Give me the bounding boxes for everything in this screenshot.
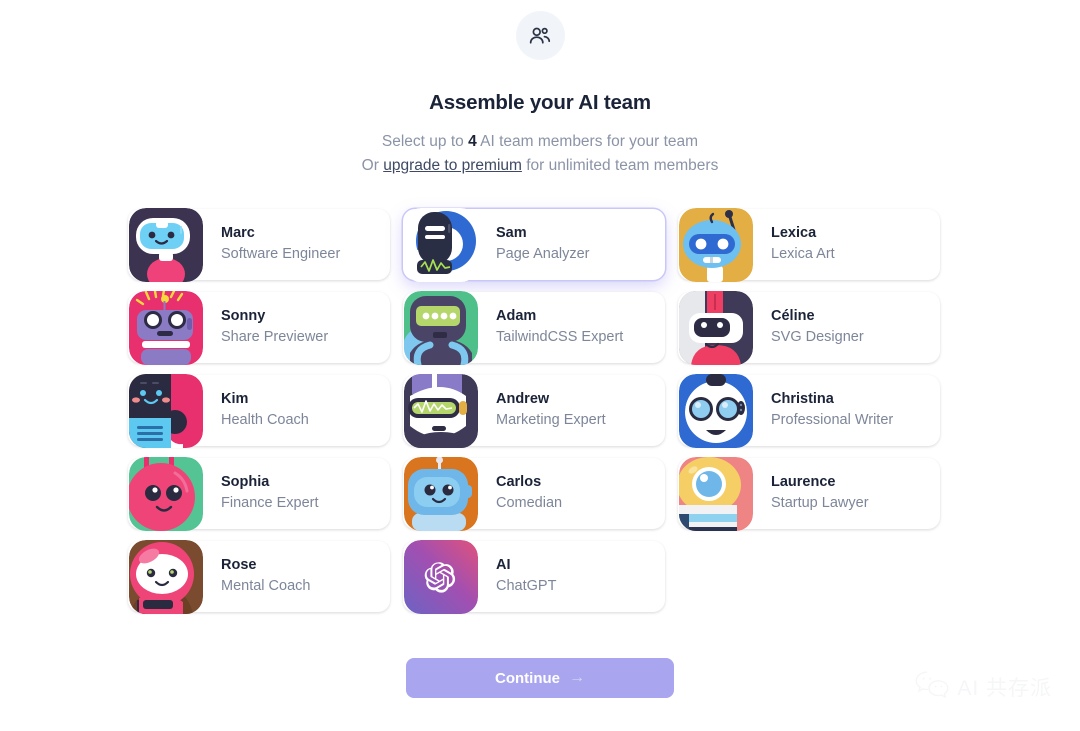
team-member-grid: Marc Software Engineer Sam Page Analyzer L… (128, 207, 952, 614)
team-member-card[interactable]: Céline SVG Designer (678, 290, 940, 365)
team-member-card[interactable]: Andrew Marketing Expert (403, 373, 665, 448)
team-member-info: Kim Health Coach (221, 390, 309, 431)
continue-label: Continue (495, 669, 560, 687)
team-member-name: Rose (221, 557, 257, 573)
team-member-card[interactable]: Rose Mental Coach (128, 539, 390, 614)
subtitle-line-2: Or upgrade to premium for unlimited team… (362, 154, 719, 178)
team-member-role: Share Previewer (221, 329, 329, 345)
avatar (129, 207, 203, 282)
team-member-role: Marketing Expert (496, 412, 606, 428)
team-member-card[interactable]: Christina Professional Writer (678, 373, 940, 448)
team-member-card[interactable]: Adam TailwindCSS Expert (403, 290, 665, 365)
subtitle-suffix: AI team members for your team (476, 133, 699, 150)
subtitle-prefix: Select up to (381, 133, 469, 150)
team-member-card[interactable]: Carlos Comedian (403, 456, 665, 531)
team-member-role: Mental Coach (221, 578, 311, 594)
continue-button[interactable]: Continue → (406, 658, 674, 698)
team-member-name: Lexica (771, 225, 817, 241)
team-member-name: Kim (221, 391, 249, 407)
team-member-card[interactable]: AI ChatGPT (403, 539, 665, 614)
users-group-icon (515, 11, 565, 60)
team-member-info: Céline SVG Designer (771, 307, 864, 348)
team-member-role: Lexica Art (771, 246, 835, 262)
team-member-info: Lexica Lexica Art (771, 224, 835, 265)
team-member-info: Laurence Startup Lawyer (771, 473, 869, 514)
avatar (129, 539, 203, 614)
team-member-count: 4 (468, 133, 477, 150)
team-member-name: Adam (496, 308, 537, 324)
team-member-name: AI (496, 557, 511, 573)
team-member-name: Andrew (496, 391, 550, 407)
team-member-role: Finance Expert (221, 495, 319, 511)
footer-actions: Continue → (128, 658, 952, 698)
avatar (404, 539, 478, 614)
team-member-role: ChatGPT (496, 578, 557, 594)
page-title: Assemble your AI team (429, 91, 651, 114)
upgrade-to-premium-link[interactable]: upgrade to premium (383, 157, 522, 174)
team-member-role: SVG Designer (771, 329, 864, 345)
team-member-card[interactable]: Kim Health Coach (128, 373, 390, 448)
subtitle2-prefix: Or (361, 157, 384, 174)
team-member-name: Sophia (221, 474, 270, 490)
avatar (404, 207, 478, 282)
team-member-role: TailwindCSS Expert (496, 329, 624, 345)
team-member-role: Page Analyzer (496, 246, 590, 262)
team-member-card[interactable]: Sam Page Analyzer (403, 207, 665, 282)
team-member-name: Sonny (221, 308, 266, 324)
team-member-name: Laurence (771, 474, 836, 490)
team-member-role: Professional Writer (771, 412, 894, 428)
avatar (129, 290, 203, 365)
team-member-info: AI ChatGPT (496, 556, 556, 597)
team-member-info: Adam TailwindCSS Expert (496, 307, 623, 348)
team-member-name: Christina (771, 391, 834, 407)
team-member-info: Christina Professional Writer (771, 390, 893, 431)
onboarding-page: Assemble your AI team Select up to 4 AI … (0, 0, 1080, 731)
subtitle2-suffix: for unlimited team members (521, 157, 719, 174)
avatar (129, 456, 203, 531)
team-member-card[interactable]: Lexica Lexica Art (678, 207, 940, 282)
team-member-role: Software Engineer (221, 246, 341, 262)
team-member-name: Céline (771, 308, 815, 324)
team-member-info: Andrew Marketing Expert (496, 390, 606, 431)
team-member-role: Startup Lawyer (771, 495, 869, 511)
team-member-card[interactable]: Laurence Startup Lawyer (678, 456, 940, 531)
arrow-right-icon: → (569, 669, 585, 686)
avatar (129, 373, 203, 448)
avatar (679, 290, 753, 365)
avatar (404, 290, 478, 365)
avatar (679, 456, 753, 531)
team-member-role: Health Coach (221, 412, 309, 428)
team-member-info: Marc Software Engineer (221, 224, 340, 265)
team-member-info: Sam Page Analyzer (496, 224, 590, 265)
avatar (404, 456, 478, 531)
team-member-info: Carlos Comedian (496, 473, 562, 514)
page-subtitle: Select up to 4 AI team members for your … (362, 130, 719, 178)
team-member-info: Sonny Share Previewer (221, 307, 328, 348)
avatar (679, 373, 753, 448)
team-member-card[interactable]: Sophia Finance Expert (128, 456, 390, 531)
team-member-info: Sophia Finance Expert (221, 473, 319, 514)
avatar (679, 207, 753, 282)
avatar (404, 373, 478, 448)
team-member-name: Marc (221, 225, 255, 241)
team-member-name: Sam (496, 225, 527, 241)
team-member-role: Comedian (496, 495, 563, 511)
team-member-card[interactable]: Sonny Share Previewer (128, 290, 390, 365)
team-member-card[interactable]: Marc Software Engineer (128, 207, 390, 282)
team-member-info: Rose Mental Coach (221, 556, 310, 597)
subtitle-line-1: Select up to 4 AI team members for your … (362, 130, 719, 154)
team-member-name: Carlos (496, 474, 542, 490)
